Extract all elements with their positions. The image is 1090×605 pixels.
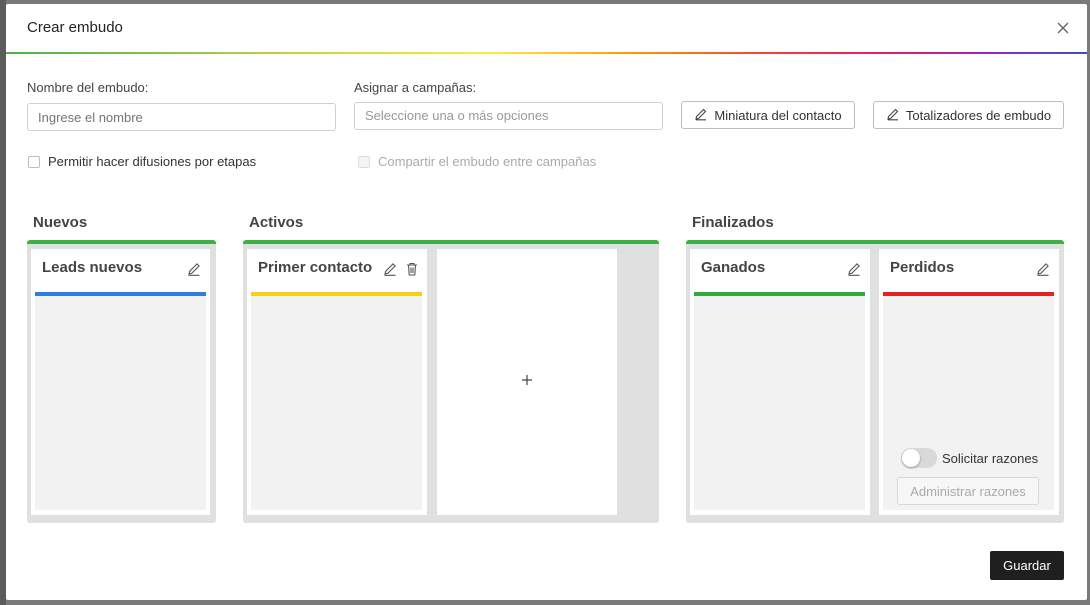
request-reasons-toggle[interactable]: [901, 448, 937, 468]
edit-icon[interactable]: [186, 261, 202, 277]
campaigns-label: Asignar a campañas:: [354, 80, 477, 95]
stage-dropzone: [694, 296, 865, 510]
pencil-icon: [886, 107, 900, 124]
edit-icon[interactable]: [382, 261, 398, 277]
stage-name: Ganados: [701, 259, 766, 276]
close-icon[interactable]: [1053, 18, 1073, 38]
contact-thumbnail-button[interactable]: Miniatura del contacto: [681, 101, 855, 129]
add-stage-button[interactable]: [437, 249, 617, 515]
contact-thumbnail-label: Miniatura del contacto: [714, 107, 842, 123]
request-reasons-label: Solicitar razones: [942, 451, 1039, 466]
header-divider: [6, 52, 1087, 54]
funnel-totalizers-label: Totalizadores de embudo: [905, 107, 1052, 123]
stage-first-contact: Primer contacto: [247, 249, 427, 515]
allow-broadcast-label: Permitir hacer difusiones por etapas: [48, 154, 257, 169]
share-funnel-label: Compartir el embudo entre campañas: [378, 154, 597, 169]
campaigns-placeholder: Seleccione una o más opciones: [365, 108, 549, 123]
modal-header: Crear embudo: [6, 4, 1087, 54]
funnel-name-label: Nombre del embudo:: [27, 80, 149, 95]
create-funnel-modal: Crear embudo Nombre del embudo: Asignar …: [6, 4, 1087, 600]
stage-leads: Leads nuevos: [31, 249, 210, 515]
campaigns-select[interactable]: Seleccione una o más opciones: [354, 102, 663, 130]
manage-reasons-button: Administrar razones: [897, 477, 1039, 505]
allow-broadcast-option[interactable]: Permitir hacer difusiones por etapas: [28, 154, 256, 169]
group-title-finished: Finalizados: [692, 214, 774, 231]
manage-reasons-label: Administrar razones: [910, 483, 1026, 499]
stage-dropzone: [251, 296, 422, 510]
stage-name: Primer contacto: [258, 259, 373, 276]
share-funnel-option: Compartir el embudo entre campañas: [358, 154, 596, 169]
share-funnel-checkbox: [358, 155, 370, 168]
allow-broadcast-checkbox[interactable]: [28, 155, 40, 168]
trash-icon[interactable]: [404, 261, 420, 277]
edit-icon[interactable]: [1035, 261, 1051, 277]
modal-title: Crear embudo: [27, 19, 123, 36]
stage-name: Perdidos: [890, 259, 955, 276]
stage-lost: Perdidos Solicitar razones Administrar r…: [879, 249, 1059, 515]
funnel-name-input[interactable]: [27, 103, 336, 131]
edit-icon[interactable]: [846, 261, 862, 277]
funnel-totalizers-button[interactable]: Totalizadores de embudo: [873, 101, 1064, 129]
save-label: Guardar: [1003, 558, 1051, 573]
stage-dropzone: [35, 296, 206, 510]
pencil-icon: [694, 107, 708, 124]
stage-name: Leads nuevos: [42, 259, 143, 276]
group-title-new: Nuevos: [33, 214, 88, 231]
group-title-active: Activos: [249, 214, 304, 231]
toggle-knob: [902, 449, 920, 467]
save-button[interactable]: Guardar: [990, 551, 1064, 580]
stage-won: Ganados: [690, 249, 870, 515]
plus-icon: [520, 373, 534, 392]
group-active: Primer contacto: [243, 240, 659, 523]
group-finished: Ganados Perdidos Solicitar razones Admin…: [686, 240, 1064, 523]
group-new: Leads nuevos: [27, 240, 216, 523]
